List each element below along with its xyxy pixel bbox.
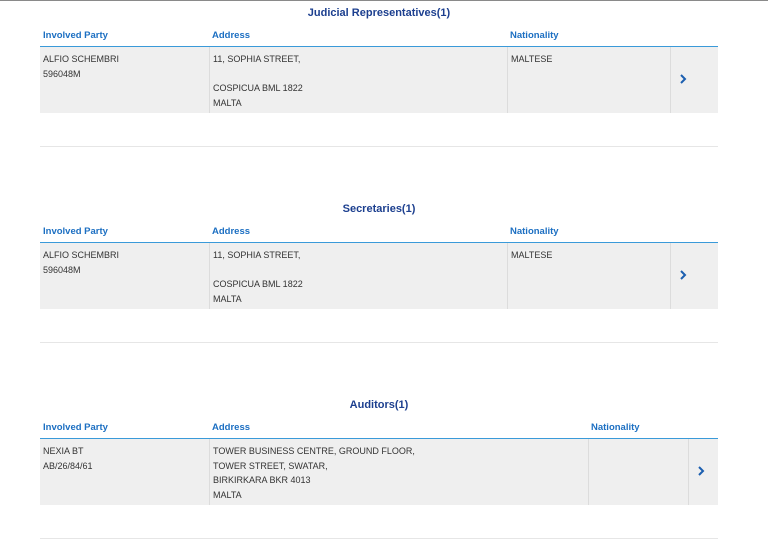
section-title: Auditors(1): [349, 399, 409, 411]
chevron-right-icon[interactable]: [678, 269, 688, 281]
table-row[interactable]: ALFIO SCHEMBRI 596048M 11, SOPHIA STREET…: [40, 47, 718, 113]
header-involved-party[interactable]: Involved Party: [40, 25, 209, 46]
header-address[interactable]: Address: [209, 221, 507, 242]
row-action[interactable]: [688, 439, 718, 505]
cell-nationality: [588, 439, 688, 505]
address-line: 11, SOPHIA STREET,: [213, 250, 301, 260]
nationality-value: [592, 444, 685, 459]
section-judicial-representatives: Judicial Representatives(1) Involved Par…: [40, 6, 718, 113]
table-header: Involved Party Address Nationality: [40, 221, 718, 243]
section-divider: [40, 342, 718, 343]
section-title: Judicial Representatives(1): [307, 7, 451, 19]
nationality-value: MALTESE: [511, 54, 553, 64]
chevron-right-icon[interactable]: [696, 465, 706, 477]
party-name: ALFIO SCHEMBRI: [43, 250, 120, 260]
header-nationality[interactable]: Nationality: [507, 25, 670, 46]
table-row[interactable]: ALFIO SCHEMBRI 596048M 11, SOPHIA STREET…: [40, 243, 718, 309]
address-line: MALTA: [213, 97, 242, 108]
address-line: [213, 263, 504, 278]
cell-involved-party: ALFIO SCHEMBRI 596048M: [40, 47, 209, 113]
cell-involved-party: ALFIO SCHEMBRI 596048M: [40, 243, 209, 309]
section-title: Secretaries(1): [342, 203, 416, 215]
row-action[interactable]: [670, 47, 718, 113]
header-nationality[interactable]: Nationality: [588, 417, 688, 438]
section-secretaries: Secretaries(1) Involved Party Address Na…: [40, 202, 718, 309]
address-line: COSPICUA BML 1822: [213, 279, 303, 289]
address-line: [213, 67, 504, 82]
header-address[interactable]: Address: [209, 417, 588, 438]
party-id: 596048M: [43, 68, 81, 79]
header-nationality[interactable]: Nationality: [507, 221, 670, 242]
address-line: TOWER STREET, SWATAR,: [213, 460, 328, 471]
party-name: ALFIO SCHEMBRI: [43, 54, 120, 64]
address-line: MALTA: [213, 489, 242, 500]
address-line: COSPICUA BML 1822: [213, 83, 303, 93]
cell-address: 11, SOPHIA STREET, COSPICUA BML 1822 MAL…: [209, 243, 507, 309]
cell-nationality: MALTESE: [507, 47, 670, 113]
header-address[interactable]: Address: [209, 25, 507, 46]
address-line: 11, SOPHIA STREET,: [213, 54, 301, 64]
header-involved-party[interactable]: Involved Party: [40, 417, 209, 438]
table-row[interactable]: NEXIA BT AB/26/84/61 TOWER BUSINESS CENT…: [40, 439, 718, 505]
header-involved-party[interactable]: Involved Party: [40, 221, 209, 242]
section-divider: [40, 538, 718, 539]
table-header: Involved Party Address Nationality: [40, 417, 718, 439]
cell-address: 11, SOPHIA STREET, COSPICUA BML 1822 MAL…: [209, 47, 507, 113]
cell-involved-party: NEXIA BT AB/26/84/61: [40, 439, 209, 505]
cell-nationality: MALTESE: [507, 243, 670, 309]
party-name: NEXIA BT: [43, 446, 84, 456]
row-action[interactable]: [670, 243, 718, 309]
address-line: BIRKIRKARA BKR 4013: [213, 475, 311, 485]
party-id: AB/26/84/61: [43, 460, 93, 471]
party-id: 596048M: [43, 264, 81, 275]
section-auditors: Auditors(1) Involved Party Address Natio…: [40, 398, 718, 505]
cell-address: TOWER BUSINESS CENTRE, GROUND FLOOR, TOW…: [209, 439, 588, 505]
nationality-value: MALTESE: [511, 250, 553, 260]
section-divider: [40, 146, 718, 147]
address-line: TOWER BUSINESS CENTRE, GROUND FLOOR,: [213, 446, 415, 456]
table-header: Involved Party Address Nationality: [40, 25, 718, 47]
chevron-right-icon[interactable]: [678, 73, 688, 85]
address-line: MALTA: [213, 293, 242, 304]
